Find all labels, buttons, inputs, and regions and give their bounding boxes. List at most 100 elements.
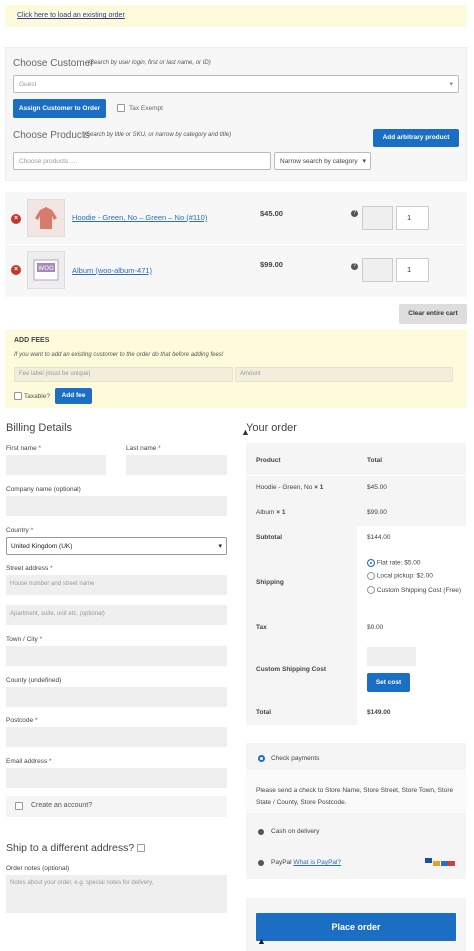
category-select[interactable]: Narrow search by category ▾ [274,152,371,170]
cod-radio[interactable] [258,829,264,835]
col-product-header: Product [256,457,281,464]
remove-item-icon[interactable]: × [11,214,21,224]
product-search-input[interactable]: Choose products .... [13,152,271,170]
cart-row: × WOO Album (woo-album-471) $99.00 ? 1 [5,245,467,297]
cart-row: × Hoodie - Green, No – Green – No (#110)… [5,192,467,244]
help-icon: ? [351,210,358,217]
street-label: Street address * [6,565,53,572]
place-order-button[interactable]: Place order [256,913,456,941]
order-item-total: $99.00 [367,509,387,516]
last-name-field[interactable] [126,455,227,475]
total-label: Total [256,709,272,716]
country-label: Country * [6,527,34,534]
assign-customer-button[interactable]: Assign Customer to Order [13,99,106,118]
mouse-cursor-icon: ▲ [257,936,266,946]
check-payment-description: Please send a check to Store Name, Store… [256,787,454,806]
cart-item-price: $99.00 [260,260,283,269]
chevron-down-icon: ▾ [449,81,453,88]
shipping-radio-custom[interactable] [367,586,375,595]
county-label: County (undefined) [6,677,62,684]
choose-products-hint: (Search by title or SKU, or narrow by ca… [84,132,232,138]
country-select[interactable]: United Kingdom (UK) ▾ [6,537,227,555]
cart-item-price-input[interactable] [362,206,393,230]
cart-product-link[interactable]: Hoodie - Green, No – Green – No (#110) [72,213,207,222]
cart-item-price: $45.00 [260,209,283,218]
quantity-value: 1 [407,213,412,222]
shipping-option-local[interactable]: Local pickup: $2.00 [367,572,433,580]
subtotal-value: $144.00 [367,534,391,541]
total-value: $149.00 [367,709,391,716]
cart-product-link[interactable]: Album (woo-album-471) [72,266,152,275]
order-review-table: Product Total Hoodie - Green, No × 1 $45… [246,443,466,725]
quantity-stepper[interactable]: 1 [396,206,429,230]
quantity-value: 1 [407,265,412,274]
tax-label: Tax [256,624,267,631]
town-field[interactable] [6,646,227,666]
remove-item-icon[interactable]: × [11,265,21,275]
what-is-paypal-link[interactable]: What is PayPal? [293,859,341,866]
load-existing-order-link[interactable]: Click here to load an existing order [17,12,125,19]
street-field-1[interactable]: House number and street name [6,575,227,595]
card-logos-icon [425,856,455,868]
last-name-label: Last name * [126,445,161,452]
ship-different-title: Ship to a different address? [6,842,146,854]
paypal-radio[interactable] [258,860,264,866]
first-name-field[interactable] [6,455,106,475]
shipping-option-custom[interactable]: Custom Shipping Cost (Free) [367,585,463,596]
create-account-row[interactable]: Create an account? [6,796,227,817]
county-field[interactable] [6,687,227,707]
add-fee-button[interactable]: Add fee [55,388,92,404]
fee-amount-input[interactable]: Amount [235,367,453,382]
customer-select-value: Guest [19,81,37,88]
first-name-label: First name * [6,445,42,452]
add-arbitrary-product-button[interactable]: Add arbitrary product [373,129,459,147]
fee-label-input[interactable]: Fee label (must be unique) [14,367,233,382]
custom-shipping-input[interactable] [367,647,416,666]
order-notes-field[interactable]: Notes about your order, e.g. special not… [6,875,227,913]
postcode-field[interactable] [6,727,227,747]
choose-customer-title: Choose Customer [13,58,94,69]
subtotal-label: Subtotal [256,534,282,541]
email-field[interactable] [6,768,227,788]
order-item-total: $45.00 [367,484,387,491]
check-payment-radio[interactable] [258,755,265,762]
taxable-control[interactable]: Taxable? [14,392,50,400]
email-label: Email address * [6,758,52,765]
create-account-label: Create an account? [31,802,93,809]
cart-item-price-input[interactable] [362,258,393,282]
order-item-name: Hoodie - Green, No × 1 [256,484,324,491]
shipping-radio-flat[interactable] [367,559,375,567]
chevron-down-icon: ▾ [362,158,366,165]
taxable-checkbox[interactable] [14,392,22,400]
add-fees-title: ADD FEES [14,337,50,344]
tax-value: $0.00 [367,624,384,631]
quantity-stepper[interactable]: 1 [396,258,429,282]
shipping-label: Shipping [256,579,284,586]
set-cost-button[interactable]: Set cost [367,673,410,692]
woo-logo: WOO [38,265,54,272]
paypal-label[interactable]: PayPal What is PayPal? [271,859,341,866]
choose-customer-hint: (Search by user login, first or last nam… [88,60,211,66]
shipping-option-flat[interactable]: Flat rate: $5.00 [367,559,421,567]
payment-methods: Check payments Please send a check to St… [246,743,466,879]
check-payment-label[interactable]: Check payments [271,755,319,762]
category-select-value: Narrow search by category [280,158,358,165]
customer-select[interactable]: Guest ▾ [13,75,459,93]
create-account-checkbox[interactable] [15,802,23,810]
order-item-name: Album × 1 [256,509,286,516]
cod-label[interactable]: Cash on delivery [271,828,319,835]
clear-cart-button[interactable]: Clear entire cart [399,304,467,324]
customer-products-panel: Choose Customer (Search by user login, f… [5,47,467,181]
shipping-radio-local[interactable] [367,572,375,580]
add-fees-hint: If you want to add an existing customer … [14,352,224,358]
tax-exempt-label: Tax Exempt [128,104,163,112]
tax-exempt-checkbox[interactable] [117,104,125,112]
company-field[interactable] [6,496,227,516]
ship-different-checkbox[interactable] [137,844,146,853]
tax-exempt-control[interactable]: Tax Exempt [117,104,163,112]
mouse-cursor-icon: ▲ [241,427,250,437]
col-total-header: Total [367,457,383,464]
your-order-title: Your order [246,422,297,434]
street-field-2[interactable]: Apartment, suite, unit etc. (optional) [6,605,227,625]
company-label: Company name (optional) [6,486,81,493]
